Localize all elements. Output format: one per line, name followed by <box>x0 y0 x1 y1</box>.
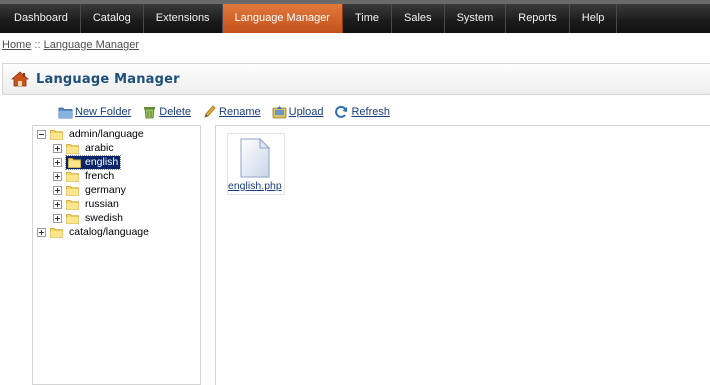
refresh-label: Refresh <box>351 106 391 118</box>
nav-extensions[interactable]: Extensions <box>144 4 223 33</box>
breadcrumb-current-link[interactable]: Language Manager <box>44 39 139 51</box>
page-title: Language Manager <box>36 71 180 87</box>
collapse-toggle[interactable] <box>37 129 46 139</box>
upload-label: Upload <box>288 106 324 118</box>
tree-label-text: english <box>85 155 119 168</box>
tree-node-arabic[interactable]: arabic <box>53 141 116 155</box>
rename-button[interactable]: Rename <box>202 105 261 119</box>
nav-reports[interactable]: Reports <box>506 4 570 33</box>
file-name-link[interactable]: english.php <box>228 180 282 192</box>
refresh-button[interactable]: Refresh <box>334 105 390 119</box>
breadcrumb-separator: :: <box>31 39 44 51</box>
expand-toggle[interactable] <box>53 171 62 181</box>
nav-language-manager[interactable]: Language Manager <box>222 4 343 33</box>
tree-label-selected: english <box>64 154 122 170</box>
upload-icon <box>272 106 287 119</box>
folder-icon <box>50 129 63 140</box>
expand-toggle[interactable] <box>53 199 62 209</box>
folder-icon <box>66 143 79 154</box>
trash-icon <box>144 107 156 119</box>
tree-node-catalog-language[interactable]: catalog/language <box>37 225 151 239</box>
tree-node-admin-language[interactable]: admin/language <box>37 127 146 141</box>
page-heading: Language Manager <box>2 63 710 95</box>
nav-system[interactable]: System <box>445 4 507 33</box>
breadcrumb-home-link[interactable]: Home <box>2 39 31 51</box>
upload-button[interactable]: Upload <box>272 105 324 119</box>
nav-catalog[interactable]: Catalog <box>81 4 144 33</box>
tree-node-english[interactable]: english <box>53 154 122 170</box>
new-folder-label: New Folder <box>75 106 132 118</box>
folder-icon <box>66 213 79 224</box>
document-icon <box>240 138 271 178</box>
tree-node-french[interactable]: french <box>53 169 116 183</box>
folder-icon <box>66 185 79 196</box>
tree-label: germany <box>85 183 126 196</box>
refresh-icon <box>335 105 348 118</box>
expand-toggle[interactable] <box>53 213 62 223</box>
delete-label: Delete <box>159 106 192 118</box>
folder-icon <box>68 157 81 168</box>
tree-node-swedish[interactable]: swedish <box>53 211 125 225</box>
tree-label: swedish <box>85 211 123 224</box>
folder-icon <box>66 171 79 182</box>
home-icon <box>11 71 29 87</box>
folder-icon <box>66 199 79 210</box>
tree-label: catalog/language <box>69 225 149 238</box>
new-folder-button[interactable]: New Folder <box>58 105 131 119</box>
nav-dashboard[interactable]: Dashboard <box>2 4 81 33</box>
nav-time[interactable]: Time <box>343 4 393 33</box>
expand-toggle[interactable] <box>53 143 62 153</box>
tree-label: french <box>85 169 115 182</box>
pencil-icon <box>204 105 216 118</box>
file-list-panel <box>215 125 710 385</box>
file-toolbar: New Folder Delete Rename Upload Refresh <box>58 104 401 120</box>
expand-toggle[interactable] <box>37 227 46 237</box>
tree-label: admin/language <box>69 127 144 140</box>
breadcrumb: Home :: Language Manager <box>2 39 139 51</box>
tree-label: arabic <box>85 141 114 154</box>
expand-toggle[interactable] <box>53 185 62 195</box>
rename-label: Rename <box>219 106 261 118</box>
tree-node-russian[interactable]: russian <box>53 197 121 211</box>
expand-toggle[interactable] <box>53 157 62 167</box>
tree-node-germany[interactable]: germany <box>53 183 128 197</box>
nav-sales[interactable]: Sales <box>392 4 445 33</box>
tree-label: russian <box>85 197 119 210</box>
folder-icon <box>50 227 63 238</box>
nav-help[interactable]: Help <box>570 4 618 33</box>
new-folder-icon <box>58 107 73 119</box>
delete-button[interactable]: Delete <box>142 105 191 119</box>
top-navigation: Dashboard Catalog Extensions Language Ma… <box>0 0 710 33</box>
